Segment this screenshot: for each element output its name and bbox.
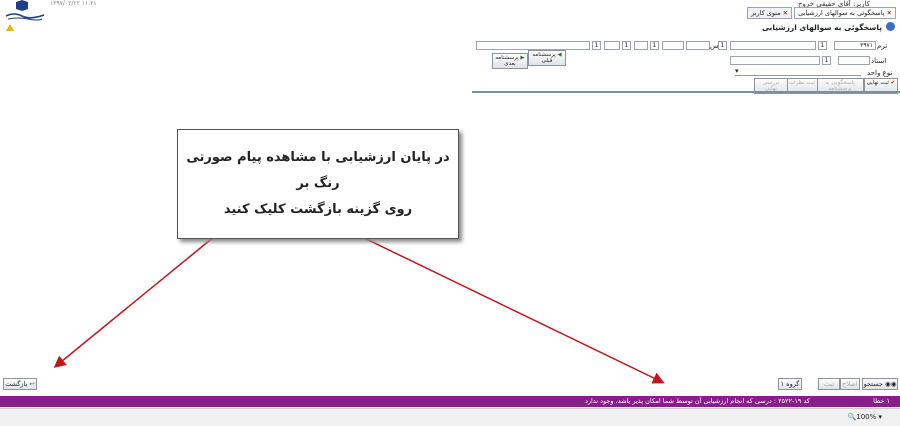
arrow-to-back-button <box>53 235 216 368</box>
arrow-to-message-bar <box>359 235 665 384</box>
group-button[interactable]: گروه ۱ <box>778 378 802 390</box>
message-bar: کد ۱۹-۲۵۲۲ : درسی که انجام ارزشیابی آن ت… <box>0 396 900 407</box>
binoculars-icon: ◉◉ <box>885 380 897 388</box>
zoom-control[interactable]: 🔍100% ▾ <box>848 413 882 421</box>
back-button[interactable]: ↩ بازگشت <box>3 378 37 390</box>
pink-message: کد ۱۹-۲۵۲۲ : درسی که انجام ارزشیابی آن ت… <box>585 397 810 405</box>
zoom-icon: 🔍 <box>847 413 857 421</box>
callout-line-2: روی گزینه بازگشت کلیک کنید <box>223 202 413 217</box>
callout-line-1: در پایان ارزشیابی با مشاهده پیام صورتی ر… <box>186 150 450 191</box>
instruction-callout: در پایان ارزشیابی با مشاهده پیام صورتی ر… <box>177 129 459 239</box>
search-button[interactable]: ◉◉ جستجو <box>862 378 898 390</box>
edit-button[interactable]: اصلاح <box>840 378 860 390</box>
save-button[interactable]: ثبت <box>818 378 840 390</box>
error-count[interactable]: ۱ خطا <box>873 397 890 405</box>
status-bar <box>0 408 900 426</box>
back-icon: ↩ <box>29 380 35 388</box>
